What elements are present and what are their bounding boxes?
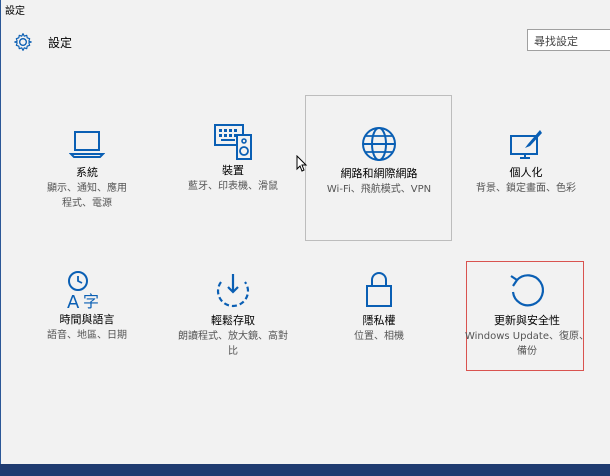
tile-label: 隱私權 [362,314,396,327]
tile-update-security[interactable]: 更新與安全性 Windows Update、復原、備份 [462,272,592,359]
refresh-icon [510,274,544,307]
tile-description: 位置、相機 [354,331,404,342]
tile-label: 時間與語言 [59,313,115,326]
tile-label: 更新與安全性 [494,314,560,327]
time-language-icon: A 字 [67,271,99,311]
tile-description: 藍牙、印表機、滑鼠 [188,181,278,192]
ease-of-access-icon [216,274,250,308]
tile-description: 語音、地區、日期 [47,330,127,341]
keyboard-speaker-icon [214,124,252,160]
tile-description: Windows Update、復原、備份 [464,331,590,357]
taskbar [0,464,610,476]
tile-description: 顯示、通知、應用程式、電源 [47,183,127,209]
mouse-cursor-icon [296,155,308,172]
tile-description: 朗讀程式、放大鏡、高對比 [178,331,288,357]
search-input[interactable]: 尋找設定 [527,29,610,51]
tile-devices[interactable]: 裝置 藍牙、印表機、滑鼠 [168,123,298,194]
page-title: 設定 [48,36,73,50]
tile-label: 裝置 [222,164,244,177]
tile-network[interactable]: 網路和網際網路 Wi-Fi、飛航模式、VPN [314,125,444,197]
tile-description: Wi-Fi、飛航模式、VPN [326,184,432,195]
tile-privacy[interactable]: 隱私權 位置、相機 [314,270,444,344]
tile-system[interactable]: 系統 顯示、通知、應用程式、電源 [22,128,152,211]
tile-time-language[interactable]: A 字 時間與語言 語音、地區、日期 [22,271,152,343]
tile-description: 背景、鎖定畫面、色彩 [476,183,576,194]
lock-icon [366,272,392,307]
window-title: 設定 [5,6,25,17]
svg-text:字: 字 [83,292,99,311]
tile-label: 輕鬆存取 [211,314,255,327]
tile-personalization[interactable]: 個人化 背景、鎖定畫面、色彩 [461,128,591,196]
globe-icon [362,127,396,161]
settings-window: 設定 設定 尋找設定 系統 顯示、通知、應用程式、電源 裝置 藍牙、印表機、滑鼠… [0,0,610,464]
tile-label: 系統 [76,166,98,179]
laptop-icon [69,131,105,158]
tile-ease-of-access[interactable]: 輕鬆存取 朗讀程式、放大鏡、高對比 [168,272,298,359]
gear-icon [14,33,32,51]
tile-label: 個人化 [509,166,543,179]
svg-text:A: A [67,292,80,311]
tile-label: 網路和網際網路 [340,167,418,180]
paint-brush-icon [510,130,542,159]
